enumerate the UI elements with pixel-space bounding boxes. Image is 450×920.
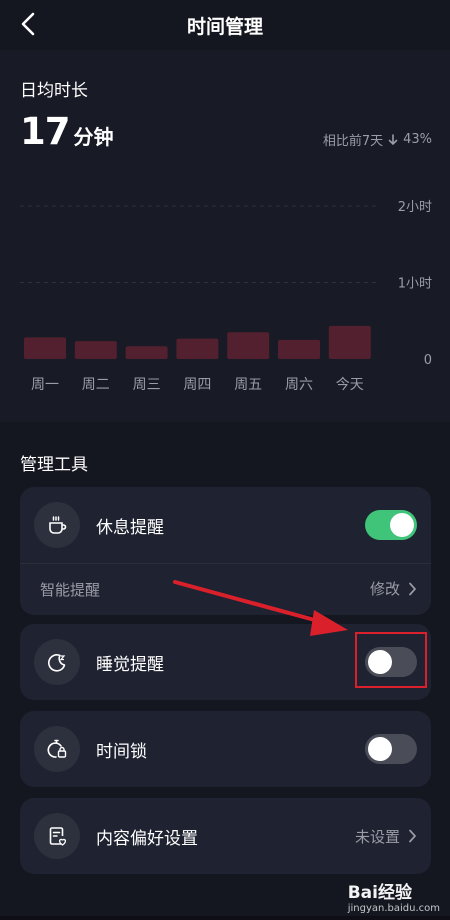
content-preference-value[interactable]: 未设置 [355,826,417,847]
comparison: 相比前7天 43% [323,130,432,149]
document-heart-icon [34,813,80,859]
rest-reminder-row: 休息提醒 [20,487,431,563]
y-tick-label: 2小时 [398,200,432,215]
chevron-right-icon [408,829,417,843]
average-duration: 17 分钟 [20,110,114,153]
x-tick-label: 周四 [183,377,211,393]
y-tick-label: 0 [424,353,432,368]
comparison-label: 相比前7天 [322,134,384,149]
sleep-reminder-toggle[interactable] [365,647,417,677]
chart-bar [176,338,219,359]
smart-reminder-edit[interactable]: 修改 [370,578,417,599]
x-tick-label: 周六 [285,377,313,393]
toggle-knob [368,650,392,674]
chart-bar [227,332,270,359]
chart-bar [74,341,117,359]
section-title: 管理工具 [20,455,88,475]
time-lock-row: 时间锁 [20,711,431,787]
sleep-reminder-label: 睡觉提醒 [96,654,164,675]
watermark: Bai经验 jingyan.baidu.com [348,878,440,914]
toggle-knob [390,513,414,537]
preference-status: 未设置 [354,827,400,846]
x-tick-label: 周一 [31,377,59,393]
chevron-right-icon [408,582,417,596]
stats-panel: 日均时长 17 分钟 相比前7天 43% 2小时 1小时 0 周一 周二 周三 周四 周五 周六… [0,50,450,422]
x-tick-label: 周三 [133,377,161,393]
sleep-reminder-card: 睡觉提醒 [20,624,431,700]
chart-bar [328,325,371,359]
comparison-change: 43% [403,132,432,147]
cup-icon [34,502,80,548]
content-preference-label: 内容偏好设置 [96,828,198,849]
watermark-brand: Bai经验 [348,878,440,903]
bottom-edge [0,916,450,920]
chart-bar [278,339,320,359]
chart-bar [125,346,168,359]
rest-reminder-label: 休息提醒 [96,517,164,538]
arrow-down-icon [388,133,398,145]
average-duration-value: 17 [20,110,70,153]
toggle-knob [368,737,392,761]
nav-bar: 时间管理 [0,0,450,50]
time-lock-toggle[interactable] [365,734,417,764]
usage-bar-chart: 2小时 1小时 0 周一 周二 周三 周四 周五 周六 今天 [20,200,432,393]
content-preference-card[interactable]: 内容偏好设置 未设置 [20,798,431,874]
y-tick-label: 1小时 [398,277,432,292]
edit-label: 修改 [369,580,400,598]
x-tick-label: 今天 [336,377,364,393]
average-duration-unit: 分钟 [73,125,114,149]
sleep-reminder-row: 睡觉提醒 [20,624,431,700]
x-tick-label: 周五 [234,377,262,393]
time-lock-card: 时间锁 [20,711,431,787]
usage-chart: 2小时 1小时 0 周一 周二 周三 周四 周五 周六 今天 [0,180,450,400]
rest-reminder-toggle[interactable] [365,510,417,540]
content-preference-row[interactable]: 内容偏好设置 未设置 [20,798,431,874]
time-lock-label: 时间锁 [96,741,147,762]
smart-reminder-row[interactable]: 智能提醒 修改 [20,563,431,615]
rest-reminder-card: 休息提醒 智能提醒 修改 [20,487,431,615]
watermark-url: jingyan.baidu.com [347,903,440,914]
moon-icon [34,639,80,685]
average-duration-label: 日均时长 [20,81,88,101]
x-tick-label: 周二 [82,377,110,393]
chart-bar [24,337,66,359]
watermark-brand-text: Bai经验 [347,883,412,903]
smart-reminder-label: 智能提醒 [40,581,101,599]
timer-lock-icon [34,726,80,772]
page-title: 时间管理 [186,16,263,38]
